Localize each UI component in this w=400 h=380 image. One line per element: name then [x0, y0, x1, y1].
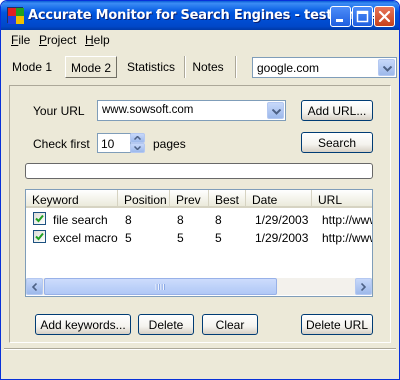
scroll-left-button[interactable]	[26, 278, 43, 295]
table-row[interactable]: file search 8 8 8 1/29/2003 http://www	[26, 210, 372, 228]
table-row[interactable]: excel macro 5 5 5 1/29/2003 http://www	[26, 228, 372, 246]
pages-label: pages	[153, 137, 186, 151]
url-label: Your URL	[33, 104, 85, 118]
horizontal-scrollbar[interactable]	[26, 278, 372, 295]
menu-project-rest: roject	[47, 33, 77, 47]
scroll-thumb[interactable]	[44, 278, 277, 295]
checkmark-icon	[35, 214, 44, 223]
maximize-button[interactable]	[352, 6, 373, 27]
tab-mode-2[interactable]: Mode 2	[65, 56, 117, 78]
column-header-url[interactable]: URL	[312, 190, 372, 208]
cell-date: 1/29/2003	[255, 213, 309, 227]
chevron-down-icon	[134, 146, 141, 150]
cell-position: 5	[125, 231, 132, 245]
tab-notes[interactable]: Notes	[189, 56, 227, 78]
delete-button[interactable]: Delete	[138, 314, 194, 335]
tab-mode-1[interactable]: Mode 1	[7, 56, 57, 78]
app-logo-icon	[7, 7, 24, 24]
row-checkbox[interactable]	[33, 230, 46, 243]
tab-statistics[interactable]: Statistics	[125, 56, 177, 78]
check-first-label: Check first	[33, 137, 90, 151]
grip-icon	[155, 284, 165, 290]
delete-url-button[interactable]: Delete URL	[301, 314, 373, 335]
url-select[interactable]: www.sowsoft.com	[97, 100, 286, 121]
row-checkbox[interactable]	[33, 212, 46, 225]
menu-project[interactable]: Project	[39, 33, 76, 47]
pages-count-value: 10	[101, 137, 115, 151]
app-logo-blue	[8, 16, 16, 24]
menu-help-mnemonic: H	[85, 33, 94, 47]
cell-prev: 8	[177, 213, 184, 227]
menu-project-mnemonic: P	[39, 33, 48, 47]
table-header: Keyword Position Prev Best Date URL	[26, 190, 372, 208]
menu-file-rest: ile	[18, 33, 31, 47]
cell-prev: 5	[177, 231, 184, 245]
spin-down-button[interactable]	[130, 143, 145, 153]
search-progress-bar	[25, 163, 373, 179]
url-dropdown-button[interactable]	[267, 102, 284, 119]
app-logo-red	[8, 8, 16, 16]
tab-divider	[235, 56, 237, 78]
search-engine-select[interactable]: google.com	[252, 57, 397, 78]
cell-best: 5	[215, 231, 222, 245]
column-header-date[interactable]: Date	[246, 190, 312, 208]
chevron-down-icon	[272, 109, 281, 115]
app-logo-yellow	[16, 16, 24, 24]
maximize-icon	[356, 10, 369, 23]
menu-bar: File Project Help	[1, 30, 399, 50]
checkmark-icon	[35, 232, 44, 241]
column-header-best[interactable]: Best	[209, 190, 246, 208]
column-header-position[interactable]: Position	[118, 190, 170, 208]
chevron-down-icon	[383, 66, 392, 72]
menu-help[interactable]: Help	[85, 33, 110, 47]
keyword-table[interactable]: Keyword Position Prev Best Date URL file…	[25, 189, 373, 297]
cell-url: http://www	[322, 213, 372, 227]
url-value: www.sowsoft.com	[102, 104, 194, 116]
add-keywords-button[interactable]: Add keywords...	[35, 314, 131, 335]
minimize-icon	[336, 19, 343, 22]
tab-divider	[184, 56, 186, 78]
search-button[interactable]: Search	[301, 132, 373, 153]
clear-button[interactable]: Clear	[202, 314, 258, 335]
app-logo-green	[16, 8, 24, 16]
title-bar[interactable]: Accurate Monitor for Search Engines - te…	[1, 1, 399, 30]
pages-count-spinner[interactable]	[130, 133, 145, 153]
search-engine-dropdown-button[interactable]	[378, 59, 395, 76]
scroll-right-button[interactable]	[355, 278, 372, 295]
add-url-button[interactable]: Add URL...	[301, 100, 373, 121]
cell-keyword: excel macro	[53, 231, 118, 245]
status-divider	[4, 348, 396, 350]
chevron-left-icon	[32, 283, 37, 291]
minimize-button[interactable]	[330, 6, 351, 27]
close-icon	[378, 10, 391, 23]
chevron-up-icon	[134, 136, 141, 140]
spin-up-button[interactable]	[130, 133, 145, 143]
chevron-right-icon	[361, 283, 366, 291]
cell-position: 8	[125, 213, 132, 227]
close-button[interactable]	[374, 6, 395, 27]
status-bar	[1, 351, 399, 379]
cell-url: http://www	[322, 231, 372, 245]
menu-help-rest: elp	[93, 33, 110, 47]
cell-best: 8	[215, 213, 222, 227]
search-engine-value: google.com	[257, 61, 320, 75]
app-window: Accurate Monitor for Search Engines - te…	[0, 0, 400, 380]
pages-count-input[interactable]: 10	[97, 133, 131, 153]
cell-keyword: file search	[53, 213, 108, 227]
menu-file[interactable]: File	[11, 33, 30, 47]
column-header-prev[interactable]: Prev	[170, 190, 209, 208]
window-title: Accurate Monitor for Search Engines - te…	[28, 8, 376, 23]
cell-date: 1/29/2003	[255, 231, 309, 245]
column-header-keyword[interactable]: Keyword	[26, 190, 118, 208]
